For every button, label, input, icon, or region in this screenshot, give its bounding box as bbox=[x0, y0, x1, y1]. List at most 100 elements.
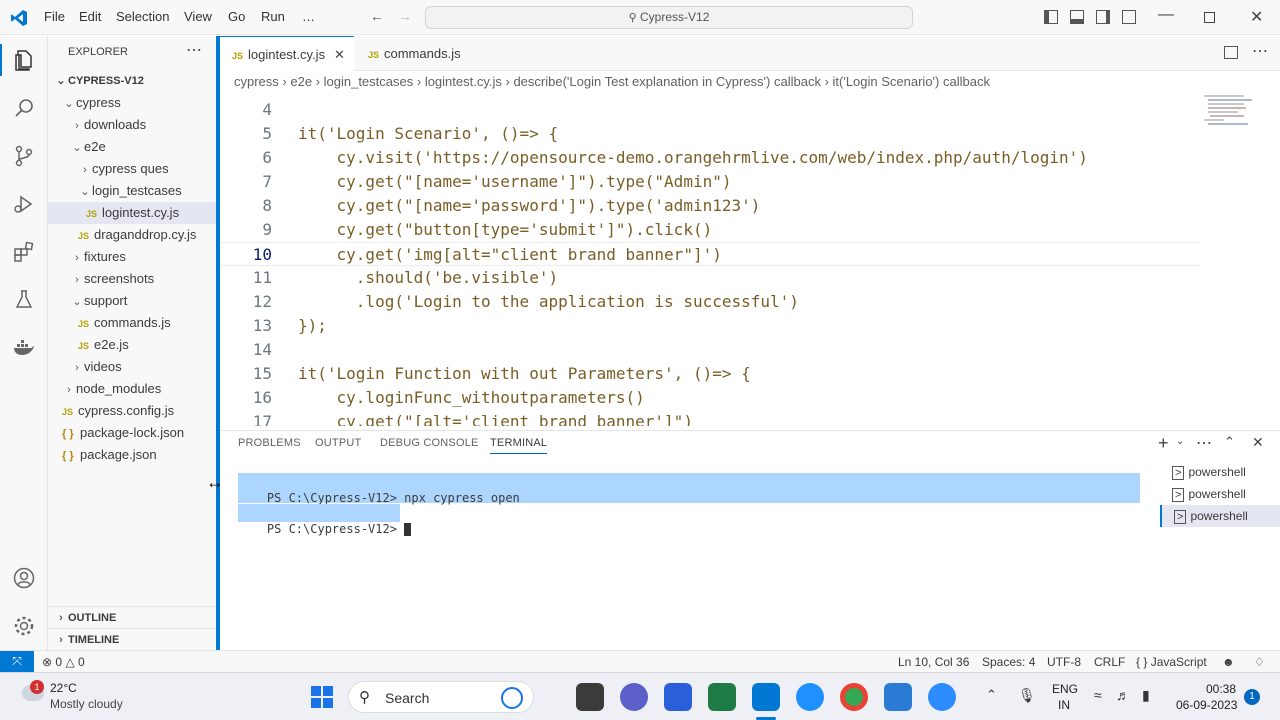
excel-icon[interactable] bbox=[708, 683, 736, 711]
code-line[interactable]: 9 cy.get("button[type='submit']").click(… bbox=[220, 218, 1200, 242]
manage-gear-icon[interactable] bbox=[12, 614, 36, 638]
indentation[interactable]: Spaces: 4 bbox=[982, 655, 1035, 669]
tab-commands[interactable]: JS commands.js bbox=[356, 36, 486, 71]
teams-chat-icon[interactable] bbox=[620, 683, 648, 711]
chrome-browser-icon[interactable] bbox=[840, 683, 868, 711]
tree-item[interactable]: JS commands.js bbox=[48, 312, 216, 334]
tree-item[interactable]: › node_modules bbox=[48, 378, 216, 400]
menu-run[interactable]: Run bbox=[261, 9, 285, 24]
notification-count-badge[interactable]: 1 bbox=[1244, 689, 1260, 705]
breadcrumb-segment[interactable]: e2e bbox=[290, 74, 312, 89]
file-explorer-icon[interactable] bbox=[576, 683, 604, 711]
tree-item[interactable]: JS cypress.config.js bbox=[48, 400, 216, 422]
microphone-icon[interactable]: 🎙 bbox=[1018, 687, 1036, 704]
code-line[interactable]: 7 cy.get("[name='username']").type("Admi… bbox=[220, 170, 1200, 194]
tree-item[interactable]: › videos bbox=[48, 356, 216, 378]
back-arrow-icon[interactable]: ← bbox=[370, 8, 384, 24]
vscode-taskbar-icon[interactable] bbox=[752, 683, 780, 711]
minimize-icon[interactable]: — bbox=[1158, 6, 1174, 24]
tab-logintest[interactable]: JS logintest.cy.js ✕ bbox=[220, 36, 354, 71]
tree-item[interactable]: › fixtures bbox=[48, 246, 216, 268]
tree-item[interactable]: › screenshots bbox=[48, 268, 216, 290]
split-editor-icon[interactable] bbox=[1224, 46, 1238, 59]
region-indicator[interactable]: IN bbox=[1058, 698, 1070, 712]
wifi-icon[interactable]: ≈ bbox=[1094, 687, 1102, 703]
terminal-line-1[interactable]: PS C:\Cypress-V12> npx cypress open bbox=[238, 473, 1140, 505]
menu-selection[interactable]: Selection bbox=[116, 9, 169, 24]
more-actions-icon[interactable]: ⋯ bbox=[186, 40, 202, 60]
close-panel-icon[interactable]: ✕ bbox=[1252, 434, 1264, 451]
search-icon[interactable] bbox=[12, 96, 36, 120]
tab-output[interactable]: OUTPUT bbox=[315, 437, 361, 449]
tree-item[interactable]: › cypress ques bbox=[48, 158, 216, 180]
close-window-icon[interactable]: ✕ bbox=[1250, 7, 1263, 27]
customize-layout-icon[interactable] bbox=[1122, 10, 1136, 24]
tree-item[interactable]: › downloads bbox=[48, 114, 216, 136]
breadcrumb-segment[interactable]: logintest.cy.js bbox=[425, 74, 502, 89]
remote-indicator-icon[interactable]: ⤧ bbox=[0, 651, 34, 673]
close-tab-icon[interactable]: ✕ bbox=[334, 37, 345, 72]
breadcrumb-segment[interactable]: login_testcases bbox=[324, 74, 414, 89]
terminal-instance-active[interactable]: > powershell bbox=[1160, 505, 1280, 527]
code-line[interactable]: 5 it('Login Scenario', ()=> { bbox=[220, 122, 1200, 146]
tree-item[interactable]: { } package-lock.json bbox=[48, 422, 216, 444]
problems-counter[interactable]: ⊗ 0 △ 0 bbox=[42, 655, 85, 669]
timeline-section[interactable]: › TIMELINE bbox=[48, 628, 216, 650]
project-root[interactable]: ⌄ CYPRESS-V12 bbox=[48, 70, 216, 92]
tab-problems[interactable]: PROBLEMS bbox=[238, 437, 301, 449]
editor-more-actions-icon[interactable]: ⋯ bbox=[1252, 41, 1268, 61]
chevron-up-icon[interactable]: ⌃ bbox=[986, 687, 997, 703]
code-line[interactable]: 10 cy.get('img[alt="client brand banner"… bbox=[220, 242, 1200, 266]
breadcrumb-segment[interactable]: cypress bbox=[234, 74, 279, 89]
tree-item[interactable]: ⌄ cypress bbox=[48, 92, 216, 114]
terminal-line-2[interactable]: PS C:\Cypress-V12> bbox=[238, 504, 412, 536]
forward-arrow-icon[interactable]: → bbox=[398, 8, 412, 24]
weather-temp[interactable]: 22°C bbox=[50, 681, 77, 695]
code-line[interactable]: 15 it('Login Function with out Parameters… bbox=[220, 362, 1200, 386]
menu-file[interactable]: File bbox=[44, 9, 65, 24]
maximize-icon[interactable] bbox=[1204, 12, 1215, 23]
command-center[interactable]: ⚲ Cypress-V12 bbox=[425, 6, 913, 29]
tree-item[interactable]: ⌄ support bbox=[48, 290, 216, 312]
line-ending[interactable]: CRLF bbox=[1094, 655, 1125, 669]
zoom-icon[interactable] bbox=[928, 683, 956, 711]
code-line[interactable]: 16 cy.loginFunc_withoutparameters() bbox=[220, 386, 1200, 410]
windows-start-icon[interactable] bbox=[310, 685, 334, 709]
minimap[interactable] bbox=[1200, 93, 1270, 153]
terminal-instance[interactable]: > powershell bbox=[1160, 483, 1280, 505]
testing-flask-icon[interactable] bbox=[12, 288, 36, 312]
menu-view[interactable]: View bbox=[184, 9, 212, 24]
encoding[interactable]: UTF-8 bbox=[1047, 655, 1081, 669]
outline-section[interactable]: › OUTLINE bbox=[48, 606, 216, 628]
clock-time[interactable]: 00:38 bbox=[1206, 682, 1236, 696]
tree-item[interactable]: JS e2e.js bbox=[48, 334, 216, 356]
chevron-down-icon[interactable]: ⌄ bbox=[1176, 436, 1184, 447]
code-line[interactable]: 13}); bbox=[220, 314, 1200, 338]
run-debug-icon[interactable] bbox=[12, 192, 36, 216]
breadcrumb-segment[interactable]: it('Login Scenario') callback bbox=[833, 74, 990, 89]
notifications-bell-icon[interactable]: ♢ bbox=[1254, 655, 1265, 669]
menu-go[interactable]: Go bbox=[228, 9, 245, 24]
volume-icon[interactable]: ♬ bbox=[1116, 687, 1130, 703]
cursor-position[interactable]: Ln 10, Col 36 bbox=[898, 655, 969, 669]
code-line[interactable]: 17 cy.get("[alt='client brand banner']") bbox=[220, 410, 1200, 426]
tab-debug-console[interactable]: DEBUG CONSOLE bbox=[380, 437, 479, 449]
weather-desc[interactable]: Mostly cloudy bbox=[50, 697, 123, 711]
battery-icon[interactable]: ▮ bbox=[1142, 687, 1150, 704]
tree-item[interactable]: JS logintest.cy.js bbox=[48, 202, 216, 224]
app-icon[interactable] bbox=[664, 683, 692, 711]
code-line[interactable]: 14 bbox=[220, 338, 1200, 362]
feedback-icon[interactable]: ☻ bbox=[1222, 655, 1235, 669]
language-mode[interactable]: { } JavaScript bbox=[1136, 655, 1207, 669]
clock-date[interactable]: 06-09-2023 bbox=[1176, 698, 1237, 712]
explorer-files-icon[interactable] bbox=[12, 48, 36, 72]
maximize-panel-chevron-up-icon[interactable]: ⌃ bbox=[1224, 434, 1235, 450]
edge-browser-icon[interactable] bbox=[796, 683, 824, 711]
toggle-secondary-sidebar-icon[interactable] bbox=[1096, 10, 1110, 24]
source-control-icon[interactable] bbox=[12, 144, 36, 168]
calculator-icon[interactable] bbox=[884, 683, 912, 711]
panel-more-icon[interactable]: ⋯ bbox=[1196, 433, 1212, 453]
code-editor[interactable]: 4 5 it('Login Scenario', ()=> {6 cy.visit(… bbox=[220, 96, 1200, 426]
tree-item[interactable]: ⌄ e2e bbox=[48, 136, 216, 158]
code-line[interactable]: 8 cy.get("[name='password']").type('admi… bbox=[220, 194, 1200, 218]
